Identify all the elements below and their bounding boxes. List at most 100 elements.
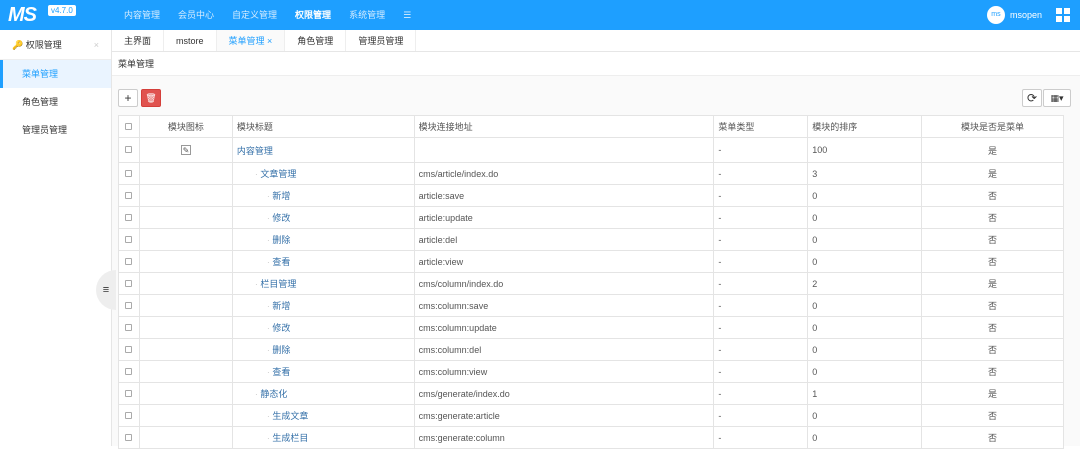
is-menu-cell: 是 (921, 137, 1064, 163)
is-menu-cell: 否 (921, 360, 1064, 383)
nav-item[interactable]: 内容管理 (115, 0, 169, 30)
collapse-icon[interactable]: × (94, 30, 99, 60)
nav-item[interactable]: 自定义管理 (223, 0, 286, 30)
column-header[interactable]: 模块连接地址 (413, 115, 715, 138)
module-url-cell: article:update (413, 206, 715, 229)
table-row: · 栏目管理 cms/column/index.do -2 是 (118, 272, 1064, 295)
column-header[interactable]: 菜单类型 (713, 115, 809, 138)
module-title-cell: · 新增 (231, 184, 415, 207)
delete-button[interactable]: 🗑 (141, 89, 161, 107)
module-sort-cell: 0 (807, 184, 923, 207)
column-header[interactable]: 模块是否是菜单 (921, 115, 1064, 138)
module-title-cell: · 查看 (231, 250, 415, 273)
module-title-link[interactable]: 删除 (272, 235, 290, 245)
module-sort-cell: 100 (807, 137, 923, 163)
module-url-cell: article:del (413, 228, 715, 251)
nav-item[interactable]: 权限管理 (286, 0, 340, 30)
module-title-link[interactable]: 查看 (272, 367, 290, 377)
module-url-cell: cms:column:view (413, 360, 715, 383)
table-row: · 修改 cms:column:update -0 否 (118, 316, 1064, 339)
module-title-link[interactable]: 文章管理 (260, 169, 296, 179)
row-checkbox[interactable] (118, 137, 140, 163)
module-title-link[interactable]: 查看 (272, 257, 290, 267)
module-title-link[interactable]: 静态化 (260, 389, 287, 399)
row-checkbox[interactable] (118, 272, 140, 295)
module-title-link[interactable]: 新增 (272, 191, 290, 201)
module-url-cell: cms:generate:column (413, 426, 715, 449)
row-checkbox[interactable] (118, 228, 140, 251)
module-title-link[interactable]: 栏目管理 (260, 279, 296, 289)
refresh-button[interactable]: ⟳ (1022, 89, 1042, 107)
sidebar-item[interactable]: 管理员管理 (0, 116, 111, 144)
tab[interactable]: 角色管理 (285, 30, 347, 51)
sidebar-item[interactable]: 菜单管理 (0, 60, 111, 88)
is-menu-cell: 是 (921, 382, 1064, 405)
column-header[interactable]: 模块图标 (138, 115, 233, 138)
menu-type-cell: - (713, 228, 809, 251)
module-title-cell: · 栏目管理 (231, 272, 415, 295)
nav-item[interactable]: 会员中心 (169, 0, 223, 30)
module-icon-cell (138, 360, 233, 383)
is-menu-cell: 是 (921, 272, 1064, 295)
sidebar-title: 权限管理 (25, 40, 62, 50)
apps-grid-icon[interactable] (1056, 8, 1070, 22)
module-title-link[interactable]: 内容管理 (237, 146, 273, 156)
row-checkbox[interactable] (118, 184, 140, 207)
menu-icon[interactable]: ☰ (394, 0, 420, 30)
module-url-cell: article:save (413, 184, 715, 207)
tab[interactable]: 菜单管理 × (216, 30, 286, 51)
module-icon-cell (138, 250, 233, 273)
edit-icon: ✎ (180, 145, 191, 155)
menu-table: 模块图标 模块标题 模块连接地址 菜单类型 模块的排序 模块是否是菜单 ✎ 内容管理 - 100… (118, 115, 1064, 449)
column-header[interactable]: 模块标题 (231, 115, 415, 138)
menu-type-cell: - (713, 404, 809, 427)
top-nav: 内容管理 会员中心 自定义管理 权限管理 系统管理 ☰ (115, 0, 420, 30)
is-menu-cell: 否 (921, 184, 1064, 207)
menu-type-cell: - (713, 294, 809, 317)
row-checkbox[interactable] (118, 250, 140, 273)
row-checkbox[interactable] (118, 316, 140, 339)
row-checkbox[interactable] (118, 162, 140, 185)
menu-type-cell: - (713, 360, 809, 383)
sidebar-item[interactable]: 角色管理 (0, 88, 111, 116)
tab[interactable]: 管理员管理 (346, 30, 417, 51)
columns-button[interactable]: ▦▾ (1043, 89, 1071, 107)
username: msopen (1009, 10, 1042, 20)
menu-type-cell: - (713, 206, 809, 229)
row-checkbox[interactable] (118, 360, 140, 383)
module-title-cell: · 修改 (231, 206, 415, 229)
add-button[interactable]: + (118, 89, 138, 107)
module-title-cell: · 修改 (231, 316, 415, 339)
menu-type-cell: - (713, 184, 809, 207)
user-menu[interactable]: ms msopen (986, 6, 1042, 24)
module-sort-cell: 0 (807, 316, 923, 339)
logo: MS (8, 4, 37, 26)
is-menu-cell: 否 (921, 206, 1064, 229)
menu-type-cell: - (713, 316, 809, 339)
row-checkbox[interactable] (118, 382, 140, 405)
table-row: · 文章管理 cms/article/index.do -3 是 (118, 162, 1064, 185)
row-checkbox[interactable] (118, 338, 140, 361)
row-checkbox[interactable] (118, 206, 140, 229)
select-all-checkbox[interactable] (118, 115, 140, 138)
main-content: + 🗑 ⟳ ▦▾ 模块图标 模块标题 模块连接地址 菜单类型 模块的排序 模块是否是菜单 … (112, 76, 1080, 449)
module-icon-cell (138, 206, 233, 229)
module-title-link[interactable]: 删除 (272, 345, 290, 355)
module-title-link[interactable]: 新增 (272, 301, 290, 311)
module-title-link[interactable]: 修改 (272, 323, 290, 333)
row-checkbox[interactable] (118, 294, 140, 317)
module-icon-cell: ✎ (138, 137, 233, 163)
nav-item[interactable]: 系统管理 (340, 0, 394, 30)
tab[interactable]: mstore (164, 30, 217, 51)
module-title-link[interactable]: 修改 (272, 213, 290, 223)
module-sort-cell: 0 (807, 228, 923, 251)
row-checkbox[interactable] (118, 404, 140, 427)
module-title-link[interactable]: 生成栏目 (272, 433, 308, 443)
row-checkbox[interactable] (118, 426, 140, 449)
column-header[interactable]: 模块的排序 (807, 115, 923, 138)
module-title-link[interactable]: 生成文章 (272, 411, 308, 421)
breadcrumb: 菜单管理 (112, 52, 1080, 76)
sidebar-header[interactable]: 🔑 权限管理 × (0, 30, 111, 60)
tab[interactable]: 主界面 (112, 30, 165, 51)
table-row: · 新增 article:save -0 否 (118, 184, 1064, 207)
